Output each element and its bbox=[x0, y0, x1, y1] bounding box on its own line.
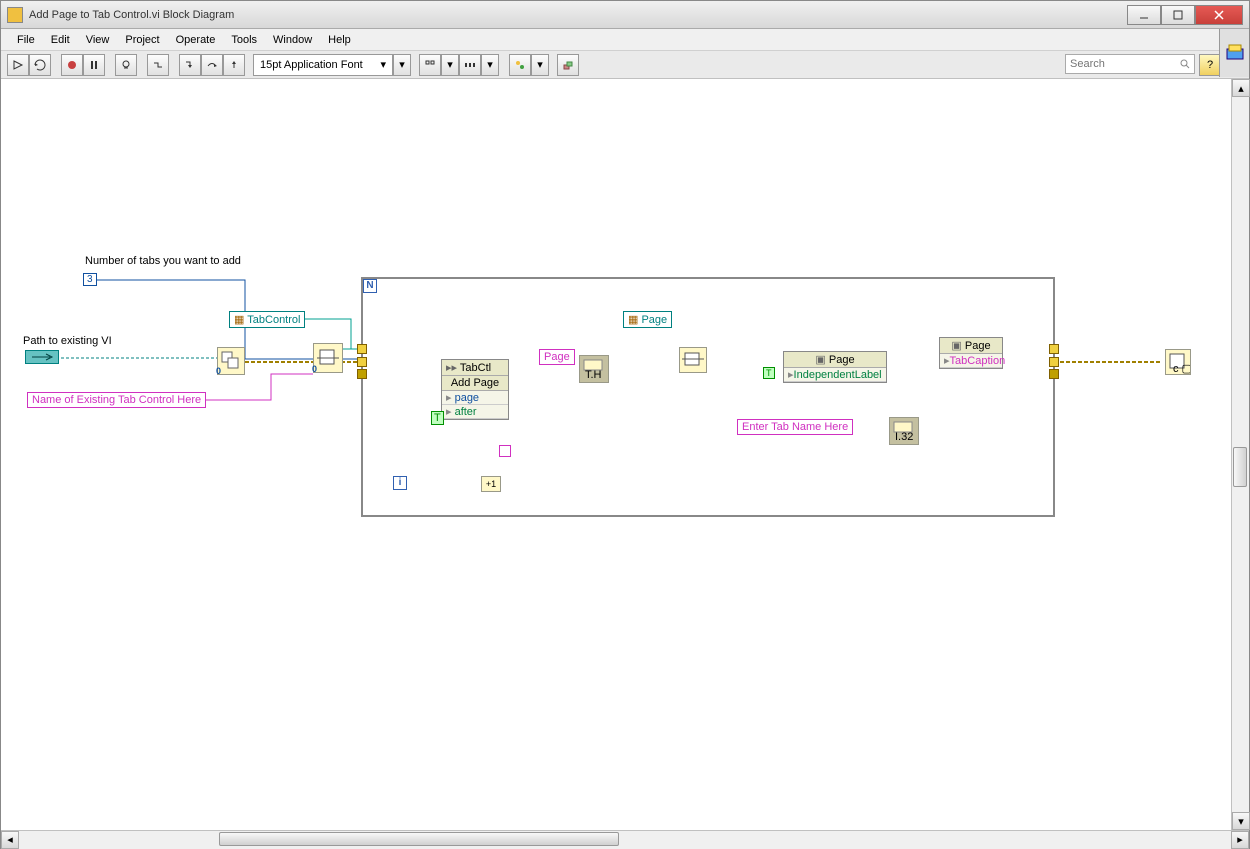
run-button[interactable] bbox=[7, 54, 29, 76]
vertical-scrollbar[interactable]: ▴ ▾ bbox=[1231, 79, 1249, 830]
true-constant[interactable]: T bbox=[431, 411, 444, 425]
horizontal-scrollbar[interactable]: ◂ ▸ bbox=[1, 830, 1249, 848]
hscroll-thumb[interactable] bbox=[219, 832, 619, 846]
scroll-right-arrow[interactable]: ▸ bbox=[1231, 831, 1249, 849]
vscroll-track[interactable] bbox=[1232, 97, 1249, 812]
vi-icon-right[interactable] bbox=[1219, 29, 1249, 77]
open-vi-ref-node[interactable]: 0 bbox=[217, 347, 245, 375]
hscroll-track[interactable] bbox=[19, 831, 1231, 849]
toolbar: 15pt Application Font ▾ ▾ ▾ ▾ ▾ ? bbox=[1, 51, 1249, 79]
increment-node[interactable]: +1 bbox=[481, 476, 501, 492]
format-string-node[interactable]: I.32 bbox=[889, 417, 919, 445]
pause-button[interactable] bbox=[83, 54, 105, 76]
cleanup-button[interactable] bbox=[509, 54, 531, 76]
scroll-up-arrow[interactable]: ▴ bbox=[1232, 79, 1250, 97]
invoke-add-page[interactable]: ▸▸ TabCtl Add Page ▸ page ▸ after bbox=[441, 359, 509, 420]
font-selector[interactable]: 15pt Application Font ▾ bbox=[253, 54, 393, 76]
reorder-button[interactable] bbox=[557, 54, 579, 76]
lightbulb-button[interactable] bbox=[115, 54, 137, 76]
tunnel-out-1 bbox=[1049, 344, 1059, 354]
num-tabs-constant[interactable]: 3 bbox=[83, 273, 97, 286]
to-more-specific-2[interactable] bbox=[679, 347, 707, 373]
invoke-row-after: ▸ after bbox=[442, 405, 508, 419]
step-into-button[interactable] bbox=[179, 54, 201, 76]
menu-operate[interactable]: Operate bbox=[168, 32, 224, 48]
menu-window[interactable]: Window bbox=[265, 32, 320, 48]
menu-view[interactable]: View bbox=[78, 32, 118, 48]
run-cont-button[interactable] bbox=[29, 54, 51, 76]
string-constant[interactable] bbox=[499, 445, 511, 457]
prop-row-independent: ▸IndependentLabel bbox=[784, 368, 886, 382]
retain-wire-button[interactable] bbox=[147, 54, 169, 76]
invoke-row-page: ▸ page bbox=[442, 391, 508, 405]
distribute-button[interactable] bbox=[459, 54, 481, 76]
abort-button[interactable] bbox=[61, 54, 83, 76]
cleanup-dropdown[interactable]: ▾ bbox=[531, 54, 549, 76]
for-N[interactable]: N bbox=[363, 279, 377, 293]
true-constant-2[interactable]: T bbox=[763, 367, 775, 379]
property-node-small[interactable]: T.H bbox=[579, 355, 609, 383]
path-label: Path to existing VI bbox=[23, 335, 112, 347]
close-ref-node[interactable]: c ▢ bbox=[1165, 349, 1191, 375]
shift-reg-left bbox=[357, 369, 367, 379]
menu-help[interactable]: Help bbox=[320, 32, 359, 48]
svg-text:I.32: I.32 bbox=[895, 431, 913, 443]
tunnel-out-2 bbox=[1049, 357, 1059, 367]
step-out-button[interactable] bbox=[223, 54, 245, 76]
page-ref[interactable]: ▦ Page bbox=[623, 311, 672, 328]
font-label: 15pt Application Font bbox=[260, 59, 363, 71]
scroll-down-arrow[interactable]: ▾ bbox=[1232, 812, 1250, 830]
to-more-specific-node[interactable]: 0 bbox=[313, 343, 343, 373]
minimize-button[interactable] bbox=[1127, 5, 1161, 25]
step-over-button[interactable] bbox=[201, 54, 223, 76]
titlebar: Add Page to Tab Control.vi Block Diagram bbox=[1, 1, 1249, 29]
search-icon bbox=[1179, 58, 1191, 70]
property-independent-label[interactable]: ▣ Page ▸IndependentLabel bbox=[783, 351, 887, 383]
scroll-left-arrow[interactable]: ◂ bbox=[1, 831, 19, 849]
maximize-button[interactable] bbox=[1161, 5, 1195, 25]
menu-project[interactable]: Project bbox=[117, 32, 167, 48]
tunnel-in-2 bbox=[357, 357, 367, 367]
num-tabs-label: Number of tabs you want to add bbox=[85, 255, 241, 267]
shift-reg-right bbox=[1049, 369, 1059, 379]
prop-row-tabcaption: ▸TabCaption bbox=[940, 354, 1002, 368]
property-tab-caption[interactable]: ▣ Page ▸TabCaption bbox=[939, 337, 1003, 369]
menubar: File Edit View Project Operate Tools Win… bbox=[1, 29, 1249, 51]
align-button[interactable] bbox=[419, 54, 441, 76]
tunnel-in-1 bbox=[357, 344, 367, 354]
block-diagram-window: Add Page to Tab Control.vi Block Diagram… bbox=[0, 0, 1250, 849]
svg-text:T.H: T.H bbox=[585, 369, 602, 381]
menu-tools[interactable]: Tools bbox=[223, 32, 265, 48]
for-i[interactable]: i bbox=[393, 476, 407, 490]
menu-file[interactable]: File bbox=[9, 32, 43, 48]
vscroll-thumb[interactable] bbox=[1233, 447, 1247, 487]
page-label[interactable]: Page bbox=[539, 349, 575, 365]
svg-text:c ▢: c ▢ bbox=[1173, 363, 1190, 374]
existing-name-constant[interactable]: Name of Existing Tab Control Here bbox=[27, 392, 206, 408]
tabcontrol-ref[interactable]: ▦ TabControl bbox=[229, 311, 305, 328]
menu-edit[interactable]: Edit bbox=[43, 32, 78, 48]
block-diagram-canvas[interactable]: Number of tabs you want to add 3 Path to… bbox=[1, 79, 1249, 830]
enter-tab-name[interactable]: Enter Tab Name Here bbox=[737, 419, 853, 435]
align-dropdown[interactable]: ▾ bbox=[441, 54, 459, 76]
vi-icon bbox=[7, 7, 23, 23]
invoke-header: ▸▸ TabCtl bbox=[442, 360, 508, 376]
close-button[interactable] bbox=[1195, 5, 1243, 25]
path-control[interactable] bbox=[25, 350, 59, 364]
search-input[interactable] bbox=[1065, 54, 1195, 74]
invoke-method: Add Page bbox=[442, 376, 508, 391]
font-dropdown[interactable]: ▾ bbox=[393, 54, 411, 76]
distribute-dropdown[interactable]: ▾ bbox=[481, 54, 499, 76]
window-buttons bbox=[1127, 5, 1243, 25]
context-help-button[interactable]: ? bbox=[1199, 54, 1221, 76]
window-title: Add Page to Tab Control.vi Block Diagram bbox=[29, 9, 1127, 21]
